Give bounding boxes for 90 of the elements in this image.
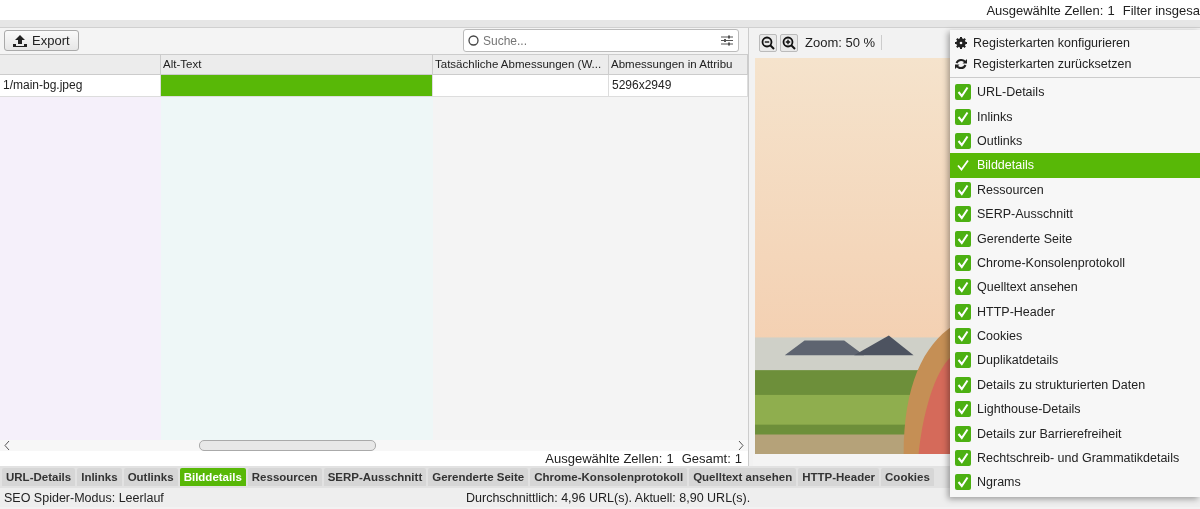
check-icon xyxy=(957,330,969,343)
scroll-right-icon[interactable] xyxy=(738,440,744,450)
check-icon xyxy=(957,110,969,123)
tab[interactable]: Gerenderte Seite xyxy=(428,468,529,486)
column-header[interactable] xyxy=(0,53,161,75)
menu-item[interactable]: Outlinks xyxy=(950,128,1200,154)
gear-icon xyxy=(955,36,967,49)
refresh-icon xyxy=(955,58,967,71)
tab[interactable]: HTTP-Header xyxy=(798,468,880,486)
status-mode-text: SEO Spider-Modus: Leerlauf xyxy=(4,490,165,505)
checkbox[interactable] xyxy=(955,132,971,149)
zoom-in-button[interactable] xyxy=(780,33,798,52)
checkbox[interactable] xyxy=(955,303,971,320)
check-icon xyxy=(957,208,969,221)
checkbox[interactable] xyxy=(955,401,971,418)
check-icon xyxy=(957,452,969,465)
checkbox[interactable] xyxy=(955,376,971,393)
checkbox[interactable] xyxy=(955,450,971,467)
check-icon xyxy=(957,354,969,367)
scroll-left-icon[interactable] xyxy=(4,440,10,450)
menu-item[interactable]: Registerkarten zurücksetzen xyxy=(950,53,1200,75)
checkbox[interactable] xyxy=(955,230,971,247)
checkbox[interactable] xyxy=(955,108,971,125)
check-icon xyxy=(957,476,969,489)
tab[interactable]: URL-Details xyxy=(2,468,76,486)
checkbox[interactable] xyxy=(955,279,971,296)
check-icon xyxy=(957,427,969,440)
check-icon xyxy=(957,256,969,269)
tab[interactable]: Quelltext ansehen xyxy=(689,468,797,486)
menu-item[interactable]: HTTP-Header xyxy=(950,299,1200,324)
search-field[interactable]: Suche... xyxy=(463,29,739,53)
check-icon xyxy=(957,403,969,416)
menu-item[interactable]: Gerenderte Seite xyxy=(950,226,1200,251)
check-icon xyxy=(957,86,969,99)
tab[interactable]: SERP-Ausschnitt xyxy=(323,468,427,486)
total-count: 1 xyxy=(734,451,742,466)
check-icon xyxy=(957,134,969,147)
crawl-speed-text: Durchschnittlich: 4,96 URL(s). Aktuell: 8,90 URL(s). xyxy=(466,490,751,505)
column-header[interactable]: Tatsächliche Abmessungen (W... xyxy=(433,53,609,75)
checkbox[interactable] xyxy=(955,352,971,369)
zoom-out-button[interactable] xyxy=(759,33,777,52)
selected-cells-count: 1 xyxy=(1107,2,1115,18)
table-cell: 5296x2949 xyxy=(609,74,748,97)
checkbox[interactable] xyxy=(955,474,971,491)
total-label: Gesamt: xyxy=(681,451,731,466)
filter-total-label: Filter insgesa xyxy=(1122,2,1200,18)
menu-item[interactable]: Cookies xyxy=(950,323,1200,349)
checkbox[interactable] xyxy=(955,328,971,345)
tab[interactable]: Ressourcen xyxy=(247,468,322,486)
selected-cells-label: Ausgewählte Zellen: xyxy=(545,451,663,466)
upload-icon xyxy=(13,34,27,47)
selected-cells-label: Ausgewählte Zellen: xyxy=(986,2,1104,18)
tab[interactable]: Outlinks xyxy=(123,468,178,486)
zoom-in-icon xyxy=(782,35,796,50)
column-header[interactable]: Abmessungen in Attribu xyxy=(609,53,748,75)
menu-item[interactable]: Details zur Barrierefreiheit xyxy=(950,421,1200,446)
check-icon xyxy=(957,281,969,294)
menu-item[interactable]: Chrome-Konsolenprotokoll xyxy=(950,250,1200,276)
menu-item[interactable]: Details zu strukturierten Daten xyxy=(950,372,1200,398)
menu-item[interactable]: Ressourcen xyxy=(950,177,1200,202)
filter-settings-icon[interactable] xyxy=(721,35,733,47)
check-icon xyxy=(957,232,969,245)
menu-item[interactable]: Rechtschreib- und Grammatikdetails xyxy=(950,445,1200,471)
check-icon xyxy=(957,305,969,318)
selected-cells-count: 1 xyxy=(666,451,674,466)
menu-item[interactable]: Quelltext ansehen xyxy=(950,275,1200,300)
menu-item[interactable]: Registerkarten konfigurieren xyxy=(950,32,1200,54)
menu-item[interactable]: Lighthouse-Details xyxy=(950,397,1200,422)
menu-item[interactable]: Ngrams xyxy=(950,470,1200,495)
scrollbar-thumb[interactable] xyxy=(199,440,376,452)
export-button[interactable]: Export xyxy=(4,30,79,52)
check-icon xyxy=(957,378,969,391)
tab[interactable]: Chrome-Konsolenprotokoll xyxy=(530,468,688,486)
checkbox[interactable] xyxy=(955,206,971,223)
menu-item[interactable]: URL-Details xyxy=(950,80,1200,105)
checkbox[interactable] xyxy=(955,181,971,198)
zoom-level-label: Zoom: 50 % xyxy=(805,35,883,51)
search-icon xyxy=(468,35,479,47)
table-cell: 1/main-bg.jpeg xyxy=(0,74,161,97)
checkbox[interactable] xyxy=(955,84,971,101)
checkbox[interactable] xyxy=(955,254,971,271)
check-icon xyxy=(957,183,969,196)
menu-item[interactable]: Duplikatdetails xyxy=(950,348,1200,373)
column-header[interactable]: Alt-Text xyxy=(161,53,433,75)
tab[interactable]: Inlinks xyxy=(77,468,122,486)
checkbox[interactable] xyxy=(955,425,971,442)
zoom-out-icon xyxy=(761,35,775,50)
menu-item[interactable]: SERP-Ausschnitt xyxy=(950,201,1200,227)
tab[interactable]: Cookies xyxy=(881,468,934,486)
menu-item[interactable]: Inlinks xyxy=(950,104,1200,129)
